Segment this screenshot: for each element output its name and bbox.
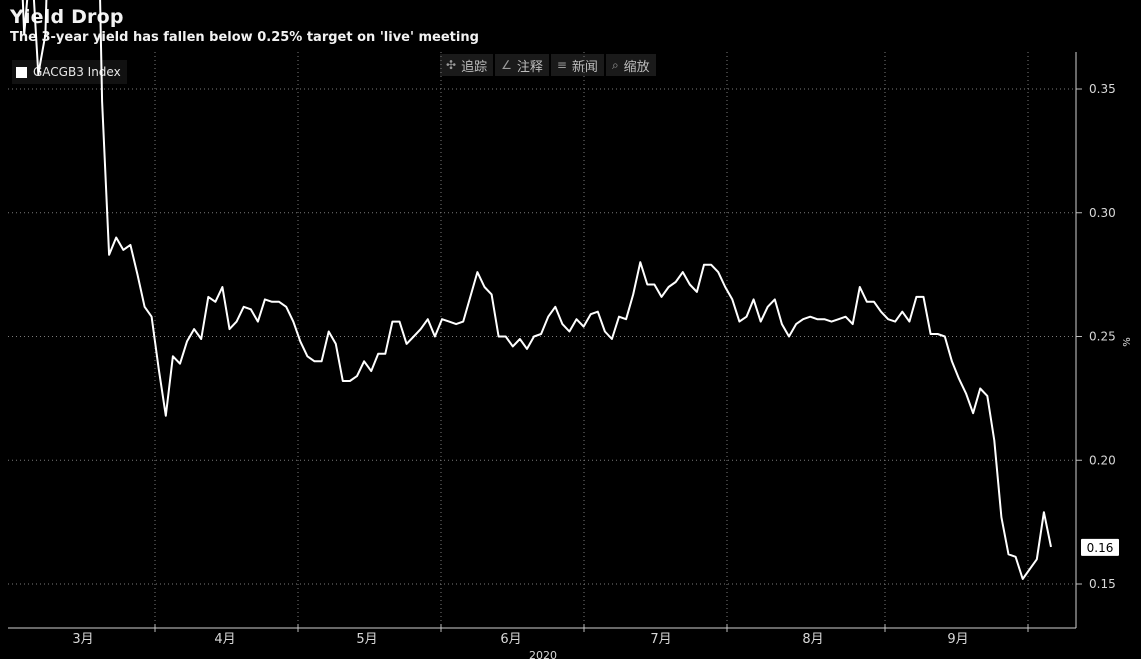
x-tick-label: 4月: [214, 632, 235, 647]
y-tick-label: 0.30: [1089, 206, 1116, 220]
series-line-gacgb3: [21, 0, 1052, 580]
last-value-label: 0.16: [1087, 541, 1114, 555]
x-tick-label: 5月: [356, 632, 377, 647]
y-axis-label: %: [1122, 337, 1133, 347]
x-tick-label: 6月: [500, 632, 521, 647]
x-axis-label: 2020: [529, 649, 557, 659]
x-tick-label: 3月: [72, 632, 93, 647]
x-tick-label: 7月: [650, 632, 671, 647]
y-tick-label: 0.15: [1089, 577, 1116, 591]
y-tick-label: 0.20: [1089, 453, 1116, 467]
y-tick-label: 0.35: [1089, 82, 1116, 96]
x-tick-label: 8月: [802, 632, 823, 647]
y-tick-label: 0.25: [1089, 330, 1116, 344]
x-tick-label: 9月: [947, 632, 968, 647]
line-chart: 0.150.200.250.300.350.400.450.500.553月4月…: [8, 0, 1133, 659]
